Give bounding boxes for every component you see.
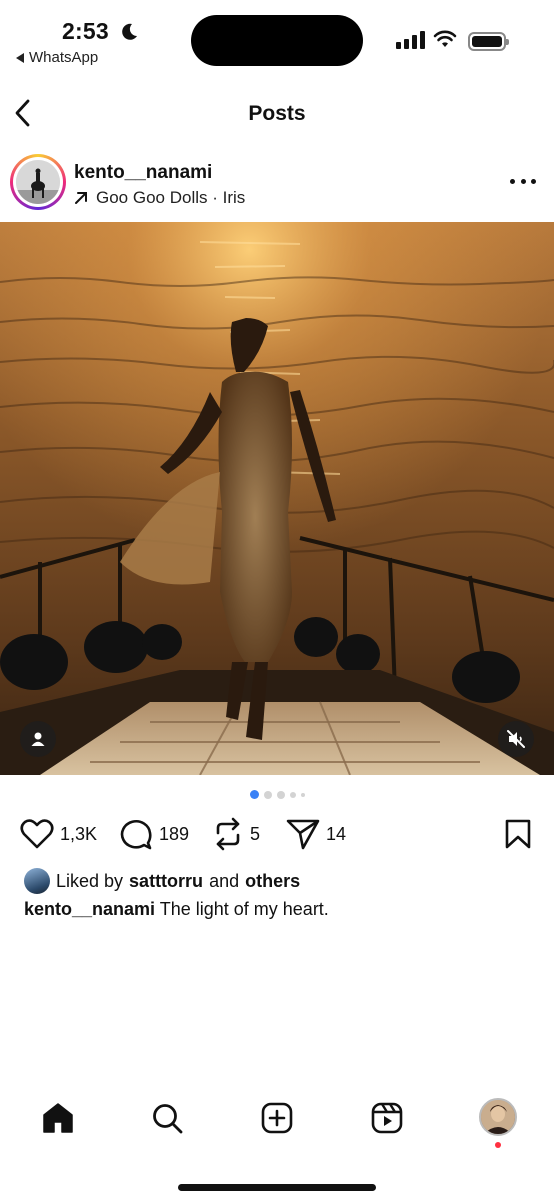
sunset-boat-image xyxy=(0,222,554,775)
tab-profile[interactable] xyxy=(479,1098,517,1136)
save-button[interactable] xyxy=(504,814,532,854)
speaker-muted-icon xyxy=(507,730,525,748)
more-options-icon[interactable] xyxy=(510,170,536,192)
share-button[interactable]: 14 xyxy=(286,814,346,854)
tab-home[interactable] xyxy=(40,1100,76,1136)
comment-count: 189 xyxy=(159,823,190,844)
share-icon xyxy=(286,819,320,850)
carousel-dot-active xyxy=(249,790,259,799)
caption-username[interactable]: kento__nanami xyxy=(24,899,155,919)
mute-button[interactable] xyxy=(498,721,534,757)
carousel-dot xyxy=(300,792,305,797)
battery-icon xyxy=(468,32,509,51)
bottom-tab-bar xyxy=(0,1096,554,1146)
tab-create[interactable] xyxy=(259,1100,295,1136)
like-button[interactable]: 1,3K xyxy=(20,814,97,854)
repost-count: 5 xyxy=(250,823,261,844)
music-attribution[interactable]: Goo Goo Dolls · Iris xyxy=(74,188,245,208)
search-icon xyxy=(153,1104,183,1134)
home-indicator xyxy=(178,1184,376,1191)
tagged-users-button[interactable] xyxy=(20,721,56,757)
caption-text: The light of my heart. xyxy=(159,899,329,919)
tab-search[interactable] xyxy=(149,1100,185,1136)
status-bar: 2:53 WhatsApp xyxy=(0,0,554,80)
page-title: Posts xyxy=(248,102,306,125)
post-author-avatar[interactable] xyxy=(10,154,66,210)
liked-by-prefix: Liked by xyxy=(56,870,124,891)
post-photo[interactable] xyxy=(0,222,554,775)
liked-by-user[interactable]: satttorru xyxy=(129,871,203,892)
avatar-rider-image xyxy=(16,160,60,204)
like-count: 1,3K xyxy=(60,823,98,844)
post-caption: kento__nanami The light of my heart. xyxy=(24,899,329,920)
liked-by-avatar xyxy=(24,868,50,894)
carousel-indicator xyxy=(0,790,554,799)
repost-icon xyxy=(216,817,240,851)
back-to-app-link[interactable]: WhatsApp xyxy=(16,49,98,66)
carousel-dot xyxy=(289,791,296,798)
tab-reels[interactable] xyxy=(369,1100,405,1136)
repost-button[interactable]: 5 xyxy=(212,814,260,854)
profile-avatar xyxy=(481,1100,515,1134)
post-username[interactable]: kento__nanami xyxy=(74,162,212,184)
liked-by-others[interactable]: others xyxy=(245,871,300,892)
bookmark-icon xyxy=(505,819,531,849)
carousel-dot xyxy=(263,790,272,799)
create-icon xyxy=(261,1102,293,1134)
post-actions: 1,3K 189 5 14 xyxy=(0,814,554,854)
back-app-label: WhatsApp xyxy=(29,49,99,66)
liked-by-and: and xyxy=(209,870,240,891)
back-arrow-icon xyxy=(16,52,24,63)
liked-by-line[interactable]: Liked by satttorru and others xyxy=(24,868,300,894)
dynamic-island xyxy=(191,15,363,66)
carousel-dot xyxy=(276,790,285,799)
comment-icon xyxy=(120,819,152,849)
heart-icon xyxy=(20,819,54,849)
share-count: 14 xyxy=(326,823,347,844)
comment-button[interactable]: 189 xyxy=(120,814,189,854)
status-time: 2:53 xyxy=(62,18,109,44)
moon-icon xyxy=(122,23,137,40)
signal-icon xyxy=(396,31,425,49)
reels-icon xyxy=(371,1102,403,1134)
notification-dot xyxy=(495,1142,501,1148)
home-icon xyxy=(43,1103,73,1133)
wifi-icon xyxy=(433,30,457,47)
person-icon xyxy=(31,732,45,746)
music-label: Goo Goo Dolls · Iris xyxy=(96,188,246,207)
arrow-up-right-icon xyxy=(75,192,87,204)
